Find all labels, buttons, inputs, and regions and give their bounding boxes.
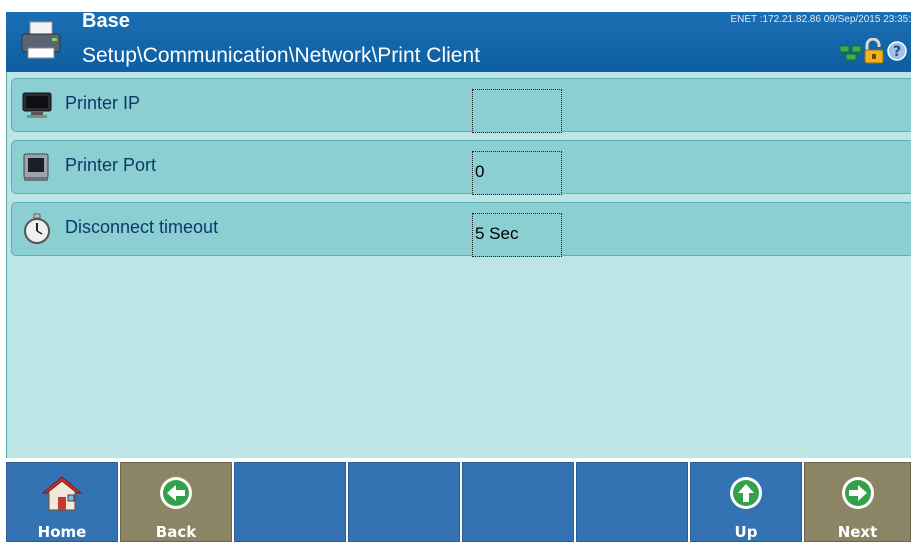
home-button[interactable]: Home [6, 462, 118, 542]
setting-label: Printer Port [65, 155, 157, 175]
setting-label: Disconnect timeout [65, 217, 219, 237]
setting-label: Printer IP [65, 93, 141, 113]
title-bar: Base Setup\Communication\Network\Print C… [6, 10, 911, 72]
status-icons: ? [799, 38, 909, 68]
softkey-empty-2[interactable] [348, 462, 460, 542]
unlock-icon [864, 38, 884, 64]
softkey-empty-4[interactable] [576, 462, 688, 542]
setting-row-printer-port: Printer Port 0 [11, 140, 911, 195]
printer-icon [21, 21, 61, 59]
home-icon [42, 476, 82, 511]
printer-ip-field[interactable] [472, 89, 562, 133]
next-button[interactable]: Next [804, 462, 911, 542]
setting-row-printer-ip: Printer IP [11, 78, 911, 133]
monitor-icon [22, 92, 52, 118]
breadcrumb: Setup\Communication\Network\Print Client [82, 44, 480, 67]
disconnect-timeout-field[interactable]: 5 Sec [472, 213, 562, 257]
svg-text:?: ? [893, 44, 901, 60]
terminal-screen: Base Setup\Communication\Network\Print C… [0, 0, 911, 542]
up-button[interactable]: Up [690, 462, 802, 542]
stopwatch-icon [24, 213, 50, 244]
arrow-right-icon [841, 477, 874, 509]
printer-port-field[interactable]: 0 [472, 151, 562, 195]
help-icon[interactable]: ? [887, 41, 907, 61]
softkey-empty-1[interactable] [234, 462, 346, 542]
arrow-up-icon [730, 477, 762, 509]
next-label: Next [837, 523, 878, 541]
home-label: Home [37, 523, 87, 541]
softkey-bar: Home Back Up Next [6, 460, 911, 542]
setting-row-disconnect-timeout: Disconnect timeout 5 Sec [11, 202, 911, 257]
back-button[interactable]: Back [120, 462, 232, 542]
settings-panel: Printer IP Printer Port 0 Disconnect tim… [6, 72, 911, 458]
status-text: ENET :172.21.82.86 09/Sep/2015 23:35: [730, 14, 911, 25]
arrow-left-icon [160, 477, 192, 509]
app-title: Base [82, 10, 130, 32]
up-label: Up [734, 523, 758, 541]
back-label: Back [155, 523, 197, 541]
terminal-device-icon [23, 153, 49, 181]
softkey-empty-3[interactable] [462, 462, 574, 542]
network-icon [839, 45, 862, 61]
